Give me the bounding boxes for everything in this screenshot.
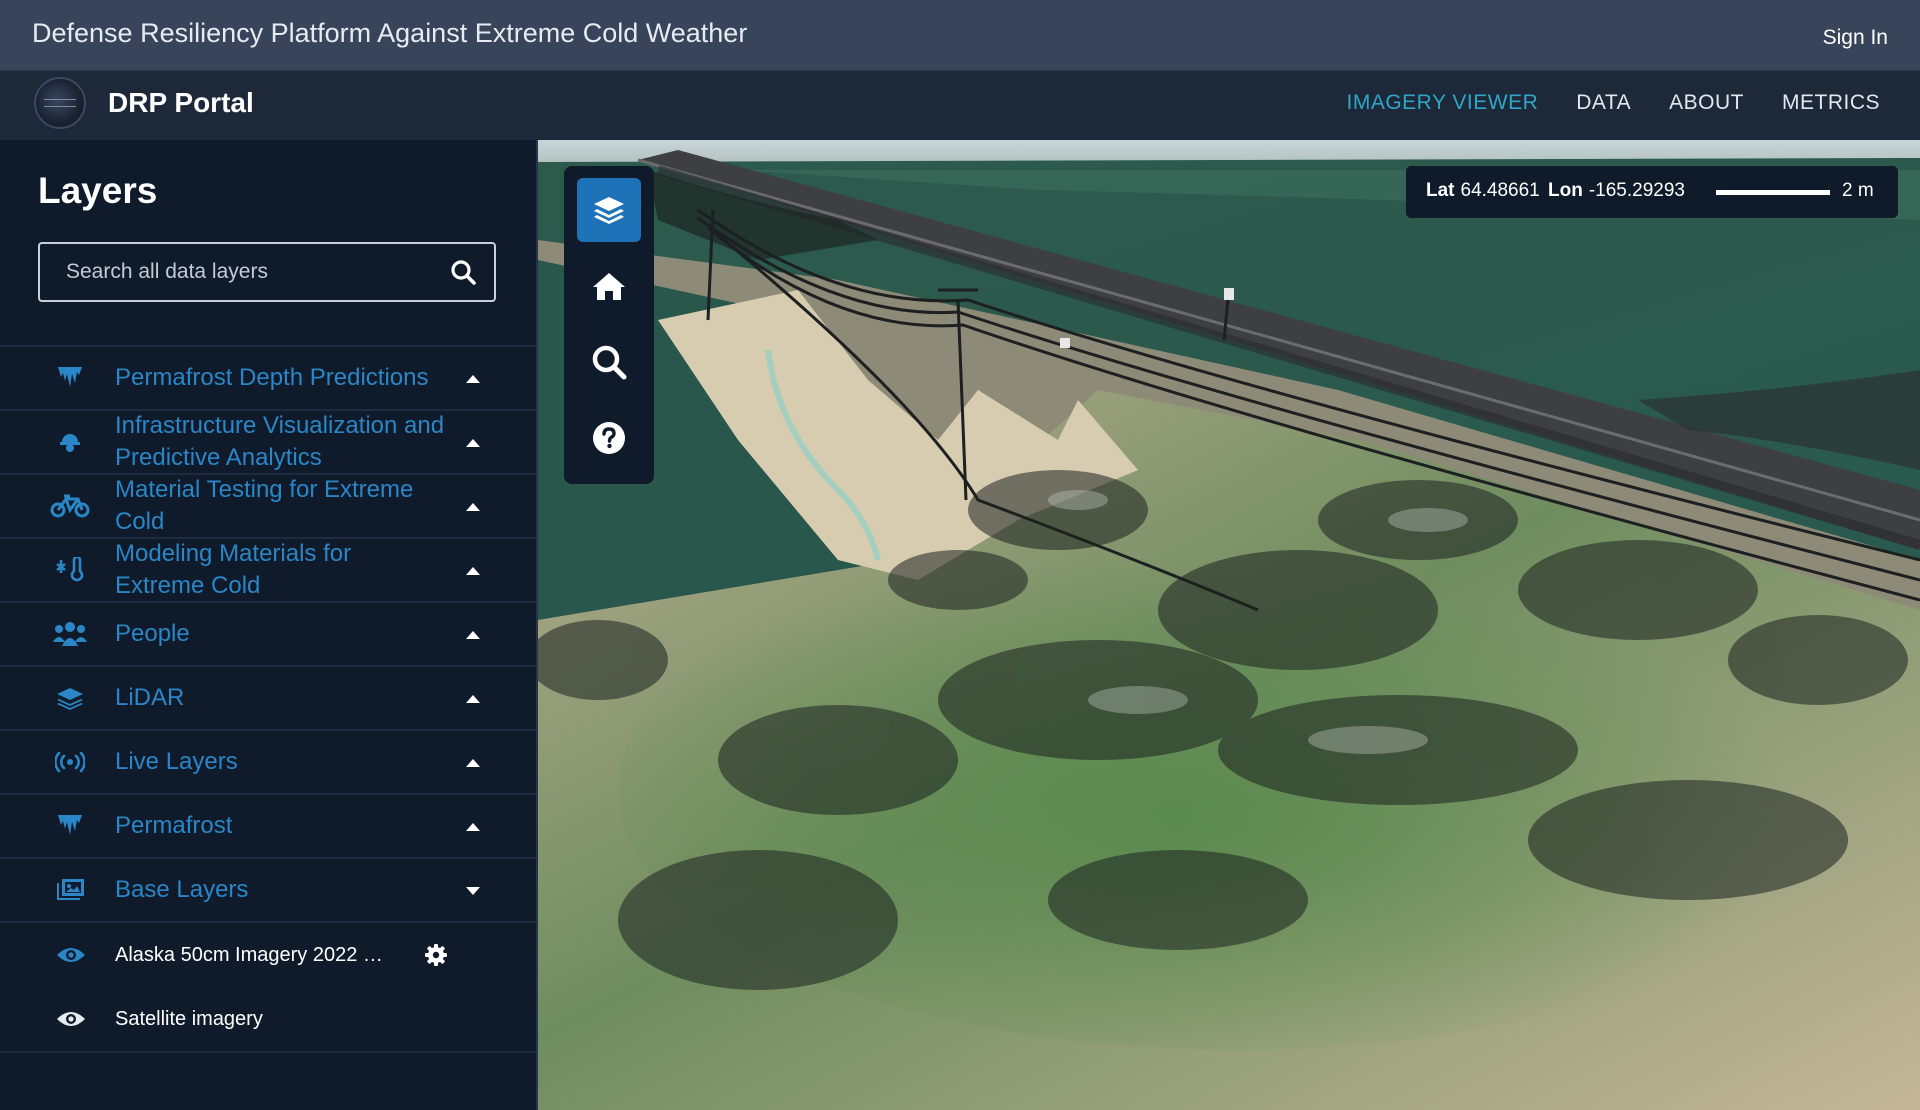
- layers-sidebar: Layers Permafrost Depth Predictions: [0, 140, 538, 1110]
- gear-icon[interactable]: [424, 943, 448, 967]
- sign-in-link[interactable]: Sign In: [1823, 26, 1888, 50]
- layers-icon: [594, 197, 624, 224]
- layer-group-label: Infrastructure Visualization and Predict…: [115, 412, 445, 471]
- base-layer-item[interactable]: Satellite imagery: [0, 987, 536, 1051]
- nav-data[interactable]: DATA: [1576, 91, 1631, 115]
- lon-label: Lon: [1548, 180, 1583, 201]
- layer-group-label: People: [115, 620, 190, 647]
- home-icon: [593, 273, 625, 300]
- layer-group-permafrost-depth-predictions[interactable]: Permafrost Depth Predictions: [0, 347, 536, 411]
- help-tool-button[interactable]: [577, 406, 641, 470]
- search-icon[interactable]: [450, 259, 476, 285]
- base-layer-item[interactable]: Alaska 50cm Imagery 2022 …: [0, 923, 536, 987]
- layer-group-label: Live Layers: [115, 748, 238, 775]
- layer-group-permafrost[interactable]: Permafrost: [0, 795, 536, 859]
- divider: [0, 1051, 536, 1053]
- nav-links: IMAGERY VIEWER DATA ABOUT METRICS: [1347, 91, 1881, 115]
- longitude-readout: Lon -165.29293: [1548, 180, 1685, 202]
- layer-group-icon: [50, 684, 90, 712]
- home-tool-button[interactable]: [577, 254, 641, 318]
- bicycle-icon: [50, 492, 90, 520]
- search-icon: [592, 345, 627, 380]
- scale-label: 2 m: [1842, 180, 1874, 201]
- nav-imagery-viewer[interactable]: IMAGERY VIEWER: [1347, 91, 1539, 115]
- layer-group-label: Modeling Materials for Extreme Cold: [115, 540, 352, 599]
- lidar-point-cloud-scene[interactable]: [538, 140, 1920, 1110]
- layer-list: Permafrost Depth Predictions Infrastruct…: [0, 345, 536, 1053]
- search-tool-button[interactable]: [577, 330, 641, 394]
- caret-up-icon[interactable]: [464, 629, 482, 641]
- layer-group-label: Permafrost Depth Predictions: [115, 364, 429, 391]
- lat-label: Lat: [1426, 180, 1455, 201]
- eye-icon[interactable]: [56, 945, 86, 965]
- lon-value: -165.29293: [1588, 180, 1685, 201]
- layer-group-modeling-materials[interactable]: Modeling Materials for Extreme Cold: [0, 539, 536, 603]
- layer-group-base-layers[interactable]: Base Layers: [0, 859, 536, 923]
- layer-group-people[interactable]: People: [0, 603, 536, 667]
- coordinate-readout: Lat 64.48661 Lon -165.29293 2 m: [1406, 166, 1898, 218]
- images-icon: [50, 876, 90, 904]
- base-layer-label: Satellite imagery: [115, 1007, 263, 1030]
- site-title: Defense Resiliency Platform Against Extr…: [32, 18, 748, 48]
- icicles-icon: [50, 364, 90, 392]
- layer-group-label: LiDAR: [115, 684, 185, 711]
- nav-metrics[interactable]: METRICS: [1782, 91, 1880, 115]
- caret-up-icon[interactable]: [464, 693, 482, 705]
- layers-tool-button[interactable]: [577, 178, 641, 242]
- icicles-icon: [50, 812, 90, 840]
- top-banner: Defense Resiliency Platform Against Extr…: [0, 0, 1920, 70]
- layer-group-label: Base Layers: [115, 876, 249, 903]
- scale-bar: [1716, 190, 1830, 195]
- main-navbar: DRP Portal IMAGERY VIEWER DATA ABOUT MET…: [0, 70, 1920, 141]
- layer-search-input[interactable]: [40, 244, 430, 300]
- eye-icon[interactable]: [56, 1009, 86, 1029]
- caret-up-icon[interactable]: [464, 373, 482, 385]
- layer-search-box: [38, 242, 496, 302]
- map-viewer[interactable]: Lat 64.48661 Lon -165.29293 2 m: [538, 140, 1920, 1110]
- layer-group-live-layers[interactable]: Live Layers: [0, 731, 536, 795]
- nav-about[interactable]: ABOUT: [1669, 91, 1744, 115]
- help-icon: [593, 422, 625, 454]
- layer-group-infrastructure-visualization[interactable]: Infrastructure Visualization and Predict…: [0, 411, 536, 475]
- lat-value: 64.48661: [1460, 180, 1540, 201]
- brand-name[interactable]: DRP Portal: [108, 87, 254, 119]
- latitude-readout: Lat 64.48661: [1426, 180, 1540, 202]
- broadcast-icon: [50, 748, 90, 776]
- caret-up-icon[interactable]: [464, 757, 482, 769]
- caret-down-icon[interactable]: [464, 885, 482, 897]
- caret-up-icon[interactable]: [464, 565, 482, 577]
- temperature-low-icon: [50, 556, 90, 584]
- users-icon: [50, 620, 90, 648]
- portal-logo[interactable]: [34, 77, 86, 129]
- caret-up-icon[interactable]: [464, 821, 482, 833]
- layer-group-label: Permafrost: [115, 812, 233, 839]
- caret-up-icon[interactable]: [464, 437, 482, 449]
- layer-group-label: Material Testing for Extreme Cold: [115, 476, 414, 535]
- layer-group-lidar[interactable]: LiDAR: [0, 667, 536, 731]
- base-layer-label: Alaska 50cm Imagery 2022 …: [115, 943, 383, 966]
- layer-group-material-testing[interactable]: Material Testing for Extreme Cold: [0, 475, 536, 539]
- layers-heading: Layers: [38, 170, 158, 211]
- caret-up-icon[interactable]: [464, 501, 482, 513]
- hard-hat-icon: [50, 428, 90, 456]
- map-toolbar: [564, 166, 654, 484]
